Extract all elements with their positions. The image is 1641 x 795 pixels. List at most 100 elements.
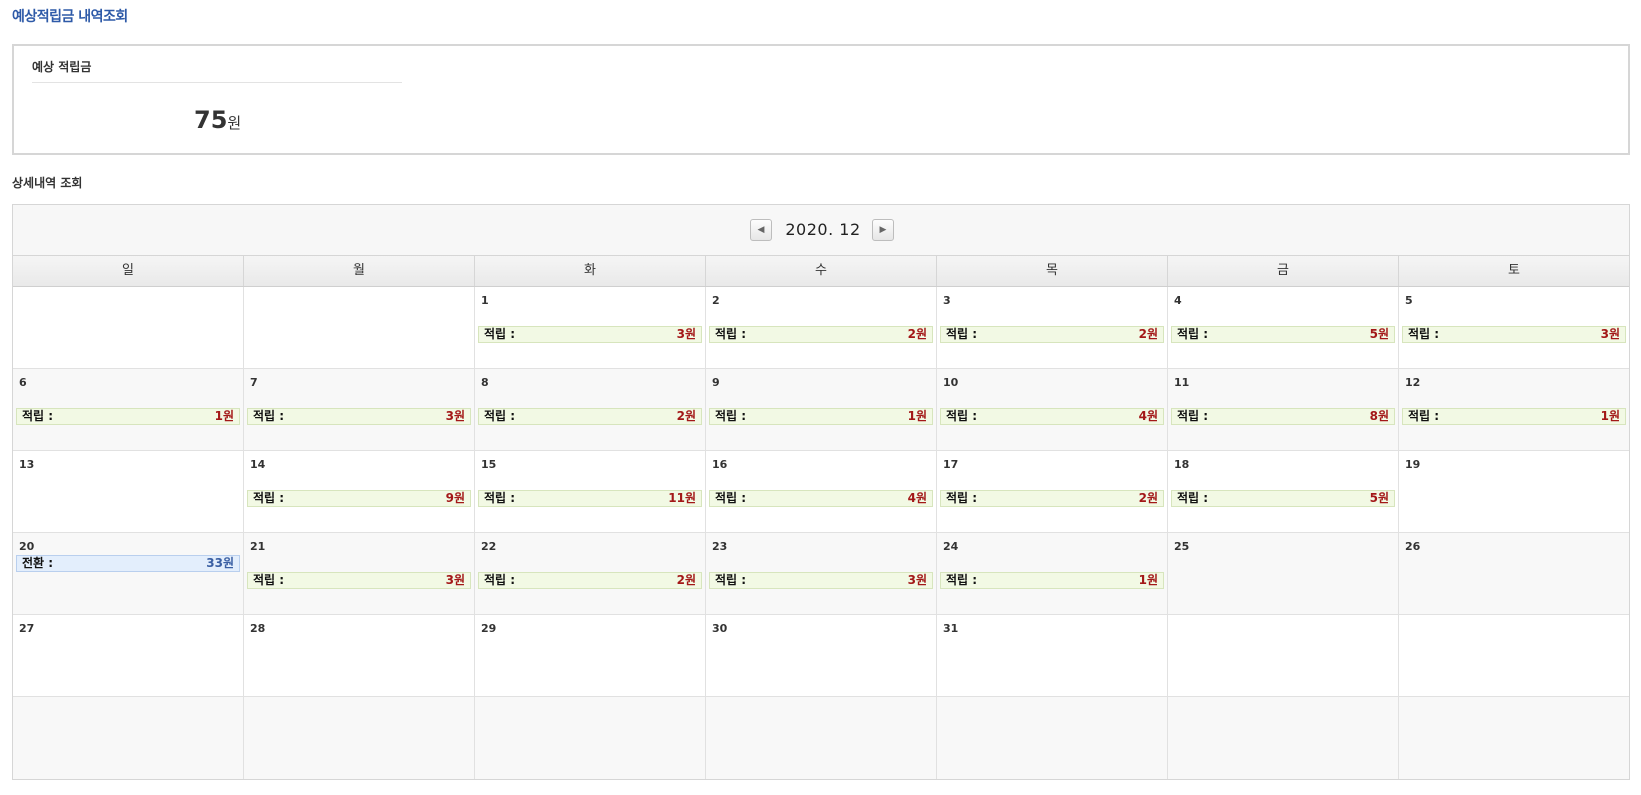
- entry-label: 전환 :: [22, 556, 54, 570]
- entry-label: 적립 :: [1177, 327, 1209, 341]
- calendar-day-cell[interactable]: 4 적립 : 5원: [1168, 287, 1399, 368]
- calendar-day-cell[interactable]: 11 적립 : 8원: [1168, 369, 1399, 450]
- entry-amount: 2원: [676, 573, 696, 587]
- calendar-day-cell[interactable]: 2 적립 : 2원: [706, 287, 937, 368]
- earn-entry: 적립 : 1원: [1402, 408, 1626, 425]
- earn-entry: 적립 : 11원: [478, 490, 702, 507]
- calendar-week-row: 6 적립 : 1원 7 적립 : 3원 8 적립 : 2원 9 적립 : 1원 10 적립 : 4원 11 적립…: [13, 369, 1629, 451]
- calendar-day-cell[interactable]: 8 적립 : 2원: [475, 369, 706, 450]
- entry-amount: 5원: [1369, 327, 1389, 341]
- summary-amount-value: 75: [194, 106, 228, 134]
- calendar-header: ◀ 2020. 12 ▶: [13, 205, 1629, 256]
- earn-entry: 적립 : 4원: [940, 408, 1164, 425]
- calendar-day-cell[interactable]: 27: [13, 615, 244, 696]
- entry-amount: 33원: [206, 556, 234, 570]
- earn-entry: 적립 : 5원: [1171, 490, 1395, 507]
- entry-label: 적립 :: [253, 573, 285, 587]
- day-number: 4: [1174, 294, 1182, 307]
- calendar-day-cell[interactable]: 15 적립 : 11원: [475, 451, 706, 532]
- calendar-day-cell[interactable]: 5 적립 : 3원: [1399, 287, 1629, 368]
- entry-amount: 3원: [907, 573, 927, 587]
- calendar-day-cell[interactable]: 28: [244, 615, 475, 696]
- earn-entry: 적립 : 2원: [478, 572, 702, 589]
- calendar-day-cell[interactable]: 29: [475, 615, 706, 696]
- calendar-day-cell[interactable]: 13: [13, 451, 244, 532]
- entry-amount: 5원: [1369, 491, 1389, 505]
- calendar-day-cell[interactable]: 16 적립 : 4원: [706, 451, 937, 532]
- day-number: 7: [250, 376, 258, 389]
- entry-amount: 1원: [907, 409, 927, 423]
- page-title: 예상적립금 내역조회: [12, 9, 128, 25]
- calendar-day-cell[interactable]: 3 적립 : 2원: [937, 287, 1168, 368]
- calendar-day-cell[interactable]: 18 적립 : 5원: [1168, 451, 1399, 532]
- calendar-day-cell[interactable]: 25: [1168, 533, 1399, 614]
- earn-entry: 적립 : 3원: [247, 408, 471, 425]
- entry-label: 적립 :: [715, 573, 747, 587]
- day-number: 25: [1174, 540, 1190, 553]
- day-number: 13: [19, 458, 35, 471]
- day-number: 21: [250, 540, 266, 553]
- earn-entry: 적립 : 2원: [478, 408, 702, 425]
- calendar-day-cell[interactable]: 10 적립 : 4원: [937, 369, 1168, 450]
- entry-amount: 3원: [676, 327, 696, 341]
- day-number: 3: [943, 294, 951, 307]
- day-number: 14: [250, 458, 266, 471]
- day-number: 20: [19, 540, 35, 553]
- entry-amount: 9원: [445, 491, 465, 505]
- day-number: 26: [1405, 540, 1421, 553]
- entry-amount: 4원: [907, 491, 927, 505]
- next-month-button[interactable]: ▶: [872, 219, 894, 241]
- calendar-week-row: 20 전환 : 33원 21 적립 : 3원 22 적립 : 2원 23 적립 : 3원 24 적립 : 1…: [13, 533, 1629, 615]
- summary-amount: 75원: [194, 106, 241, 134]
- entry-label: 적립 :: [946, 573, 978, 587]
- entry-amount: 1원: [1600, 409, 1620, 423]
- weekday-sun: 일: [13, 256, 244, 286]
- calendar-day-cell: [706, 697, 937, 779]
- day-number: 27: [19, 622, 35, 635]
- calendar-day-cell[interactable]: 12 적립 : 1원: [1399, 369, 1629, 450]
- earn-entry: 적립 : 9원: [247, 490, 471, 507]
- calendar-day-cell[interactable]: 31: [937, 615, 1168, 696]
- summary-label: 예상 적립금: [32, 60, 92, 74]
- day-number: 24: [943, 540, 959, 553]
- calendar-day-cell[interactable]: 22 적립 : 2원: [475, 533, 706, 614]
- weekday-wed: 수: [706, 256, 937, 286]
- weekday-sat: 토: [1508, 263, 1520, 278]
- calendar-day-cell[interactable]: 30: [706, 615, 937, 696]
- calendar-day-cell[interactable]: 23 적립 : 3원: [706, 533, 937, 614]
- earn-entry: 적립 : 3원: [478, 326, 702, 343]
- day-number: 16: [712, 458, 728, 471]
- day-number: 31: [943, 622, 959, 635]
- calendar-day-cell: [244, 697, 475, 779]
- entry-label: 적립 :: [946, 491, 978, 505]
- calendar-day-cell[interactable]: 14 적립 : 9원: [244, 451, 475, 532]
- day-number: 30: [712, 622, 728, 635]
- calendar-day-cell[interactable]: 9 적립 : 1원: [706, 369, 937, 450]
- calendar-day-cell[interactable]: 17 적립 : 2원: [937, 451, 1168, 532]
- prev-month-button[interactable]: ◀: [750, 219, 772, 241]
- entry-amount: 2원: [676, 409, 696, 423]
- entry-amount: 3원: [445, 573, 465, 587]
- calendar-day-cell[interactable]: 26: [1399, 533, 1629, 614]
- calendar-week-row: [13, 697, 1629, 779]
- calendar-day-cell: [13, 697, 244, 779]
- calendar-day-cell[interactable]: 24 적립 : 1원: [937, 533, 1168, 614]
- calendar-day-cell[interactable]: 20 전환 : 33원: [13, 533, 244, 614]
- calendar-day-cell[interactable]: 21 적립 : 3원: [244, 533, 475, 614]
- entry-amount: 4원: [1138, 409, 1158, 423]
- entry-amount: 1원: [214, 409, 234, 423]
- day-number: 29: [481, 622, 497, 635]
- calendar-day-cell[interactable]: 1 적립 : 3원: [475, 287, 706, 368]
- day-number: 22: [481, 540, 497, 553]
- entry-amount: 3원: [445, 409, 465, 423]
- calendar-day-cell[interactable]: 7 적립 : 3원: [244, 369, 475, 450]
- details-title: 상세내역 조회: [12, 176, 83, 190]
- entry-label: 적립 :: [946, 409, 978, 423]
- day-number: 28: [250, 622, 266, 635]
- calendar-day-cell[interactable]: 6 적립 : 1원: [13, 369, 244, 450]
- entry-label: 적립 :: [715, 327, 747, 341]
- weekday-header-row: 일 월 화 수 목 금 토: [13, 256, 1629, 287]
- calendar-day-cell[interactable]: 19: [1399, 451, 1629, 532]
- entry-amount: 2원: [1138, 491, 1158, 505]
- convert-entry: 전환 : 33원: [16, 555, 240, 572]
